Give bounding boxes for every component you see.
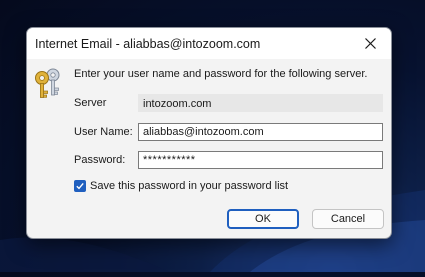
checkmark-icon (76, 182, 84, 190)
username-label: User Name: (74, 126, 133, 138)
ok-button[interactable]: OK (227, 209, 299, 229)
save-password-label[interactable]: Save this password in your password list (90, 180, 288, 192)
server-label: Server (74, 97, 107, 109)
password-input[interactable] (138, 151, 383, 169)
server-field: intozoom.com (138, 94, 383, 112)
instruction-text: Enter your user name and password for th… (74, 68, 368, 80)
password-label: Password: (74, 154, 126, 166)
dialog-title: Internet Email - aliabbas@intozoom.com (35, 37, 261, 51)
save-password-checkbox[interactable] (74, 180, 86, 192)
dialog-titlebar: Internet Email - aliabbas@intozoom.com (27, 28, 391, 59)
username-input[interactable] (138, 123, 383, 141)
internet-email-dialog: Internet Email - aliabbas@intozoom.com E… (26, 27, 392, 239)
close-icon (365, 38, 376, 49)
close-button[interactable] (351, 28, 391, 59)
cancel-button[interactable]: Cancel (312, 209, 384, 229)
keys-icon (33, 66, 67, 105)
